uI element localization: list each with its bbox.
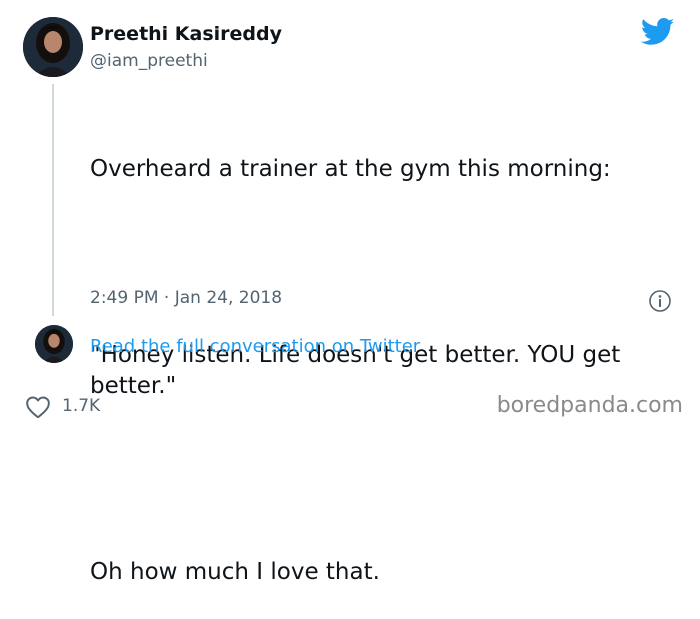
thread-connector-line xyxy=(52,84,54,316)
twitter-bird-icon[interactable] xyxy=(641,18,675,46)
thread-avatar[interactable] xyxy=(35,325,73,363)
author-avatar[interactable] xyxy=(23,17,83,77)
tweet-line-3: Oh how much I love that. xyxy=(90,559,380,585)
read-full-conversation-link[interactable]: Read the full conversation on Twitter xyxy=(90,336,420,357)
author-display-name[interactable]: Preethi Kasireddy xyxy=(90,23,282,45)
avatar-portrait-icon xyxy=(23,17,83,77)
info-icon[interactable] xyxy=(648,289,672,313)
tweet-line-1: Overheard a trainer at the gym this morn… xyxy=(90,156,611,182)
like-count: 1.7K xyxy=(62,396,101,416)
tweet-timestamp[interactable]: 2:49 PM · Jan 24, 2018 xyxy=(90,288,282,308)
avatar-portrait-icon xyxy=(35,325,73,363)
heart-icon[interactable] xyxy=(25,395,51,419)
boredpanda-watermark: boredpanda.com xyxy=(496,393,683,418)
author-handle[interactable]: @iam_preethi xyxy=(90,51,208,71)
